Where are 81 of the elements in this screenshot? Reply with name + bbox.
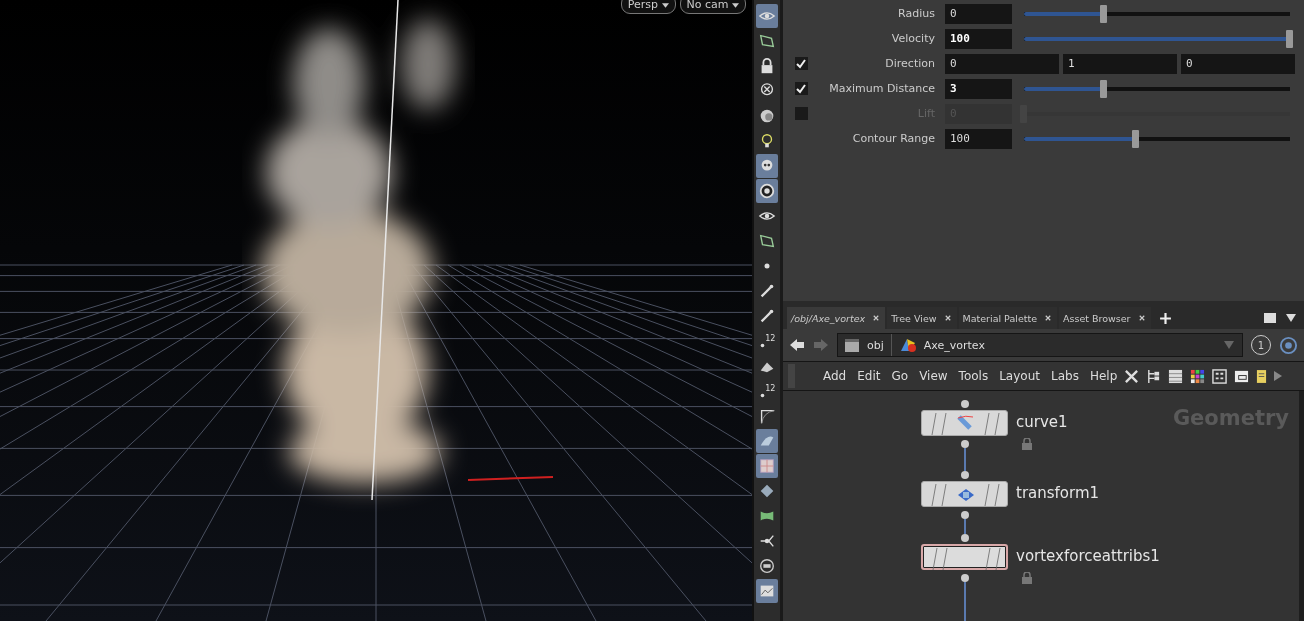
connection-wire — [964, 582, 966, 621]
close-icon[interactable] — [1045, 315, 1051, 321]
target-icon[interactable] — [1279, 335, 1298, 355]
node-name: transform1 — [1016, 484, 1100, 502]
tool-button[interactable] — [756, 154, 778, 178]
menu-item[interactable]: Help — [1089, 369, 1118, 383]
path-segment[interactable]: Axe_vortex — [923, 338, 985, 352]
palette-grid-icon[interactable] — [1190, 368, 1206, 384]
value-field[interactable]: 0 — [945, 53, 1059, 74]
close-icon[interactable] — [1138, 315, 1145, 321]
output-port[interactable] — [961, 511, 969, 519]
tool-button[interactable]: 12 — [756, 329, 778, 353]
menu-item[interactable]: Edit — [857, 369, 881, 383]
node-tile[interactable] — [921, 410, 1008, 436]
node-name: curve1 — [1016, 413, 1068, 431]
more-arrow-icon[interactable] — [1274, 371, 1283, 381]
value-field[interactable]: 0 — [945, 3, 1012, 24]
checkbox[interactable] — [794, 57, 808, 70]
slider-thumb[interactable] — [1099, 79, 1107, 98]
path-field[interactable]: obj Axe_vortex — [837, 333, 1243, 357]
count-label: 12 — [765, 382, 776, 393]
add-tab-icon[interactable] — [1158, 311, 1172, 325]
slider-thumb[interactable] — [1099, 4, 1107, 23]
value-field[interactable]: 3 — [945, 78, 1012, 99]
parameter-label: Maximum Distance — [828, 82, 935, 95]
camera-icon — [758, 181, 776, 200]
node-tile[interactable] — [921, 481, 1008, 507]
pane-tab[interactable]: Asset Browser — [1059, 307, 1151, 329]
slider-thumb[interactable] — [1131, 129, 1139, 148]
value-field[interactable]: 100 — [945, 28, 1012, 49]
parameter-label: Radius — [897, 7, 935, 20]
node-name: vortexforceattribs1 — [1016, 547, 1160, 565]
connection-wire — [964, 448, 966, 471]
menu-item[interactable]: Tools — [958, 369, 989, 383]
input-port[interactable] — [961, 471, 969, 479]
dropdown-arrow-icon[interactable] — [1286, 314, 1296, 322]
menu-item[interactable]: Labs — [1050, 369, 1079, 383]
tools-icon[interactable] — [1124, 368, 1140, 384]
value-field[interactable]: 100 — [945, 128, 1012, 149]
parameter-label: Direction — [884, 57, 935, 70]
menu-item[interactable]: Go — [891, 369, 909, 383]
checkbox[interactable] — [794, 82, 808, 95]
path-segment[interactable]: obj — [867, 338, 884, 352]
grid-view-icon[interactable] — [1212, 368, 1228, 384]
menu-item[interactable]: Layout — [999, 369, 1040, 383]
view-menu[interactable]: Persp — [620, 0, 676, 14]
3d-viewport[interactable]: Persp No cam — [0, 0, 752, 621]
slider-thumb[interactable] — [1286, 29, 1293, 48]
parameter-label: Contour Range — [851, 132, 935, 145]
tool-button[interactable] — [756, 179, 778, 203]
window-icon[interactable] — [1234, 368, 1250, 384]
parameter-label: Velocity — [890, 32, 935, 45]
caret-icon — [732, 2, 739, 8]
output-port[interactable] — [961, 440, 969, 448]
caret-icon — [661, 2, 669, 8]
grid-icon — [758, 456, 776, 475]
camera-menu[interactable]: No cam — [679, 0, 746, 14]
tree-icon[interactable] — [1146, 368, 1162, 384]
connection-wire — [964, 519, 966, 534]
tool-button[interactable]: 12 — [756, 379, 778, 403]
input-port[interactable] — [961, 534, 969, 542]
pane-tab[interactable]: /obj/Axe_vortex — [787, 307, 886, 329]
dot-icon — [764, 262, 770, 269]
pane-tab[interactable]: Tree View — [887, 307, 957, 329]
value-field[interactable]: 1 — [1063, 53, 1177, 74]
back-arrow-icon[interactable] — [789, 338, 805, 352]
pane-tab[interactable]: Material Palette — [958, 307, 1057, 329]
close-icon[interactable] — [944, 315, 951, 321]
node-tile[interactable] — [921, 544, 1008, 570]
note-icon[interactable] — [1256, 368, 1268, 384]
menu-item[interactable]: View — [919, 369, 948, 383]
count-label: 12 — [765, 332, 776, 343]
clapperboard-icon — [844, 337, 860, 353]
list-icon[interactable] — [1168, 368, 1184, 384]
menu-item[interactable]: Add — [823, 369, 847, 383]
close-icon[interactable] — [873, 315, 880, 321]
input-port[interactable] — [961, 400, 969, 408]
ring-icon — [758, 556, 776, 575]
geometry-object-icon — [898, 337, 917, 353]
output-port[interactable] — [961, 574, 969, 582]
value-field[interactable]: 0 — [1181, 53, 1295, 74]
